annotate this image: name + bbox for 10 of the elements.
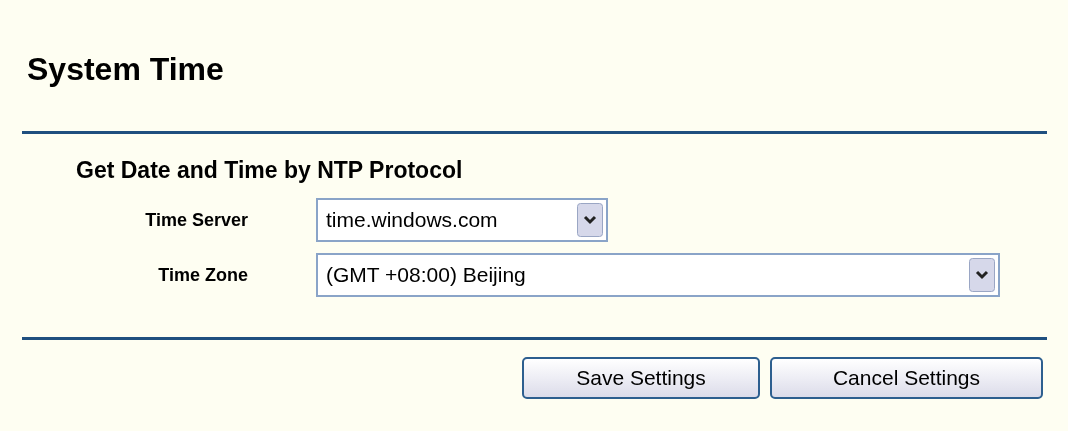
action-button[interactable]: Save Settings bbox=[522, 357, 760, 399]
dropdown-field[interactable]: time.windows.com bbox=[316, 198, 608, 242]
caret-icon bbox=[577, 203, 603, 237]
dropdown-field[interactable]: (GMT +08:00) Beijing bbox=[316, 253, 1000, 297]
field-label: Time Server bbox=[144, 209, 248, 231]
caret-icon bbox=[969, 258, 995, 292]
action-button[interactable]: Cancel Settings bbox=[770, 357, 1043, 399]
field-label: Time Zone bbox=[157, 264, 248, 286]
page-title: System Time bbox=[27, 50, 225, 89]
section-heading: Get Date and Time by NTP Protocol bbox=[76, 156, 464, 185]
